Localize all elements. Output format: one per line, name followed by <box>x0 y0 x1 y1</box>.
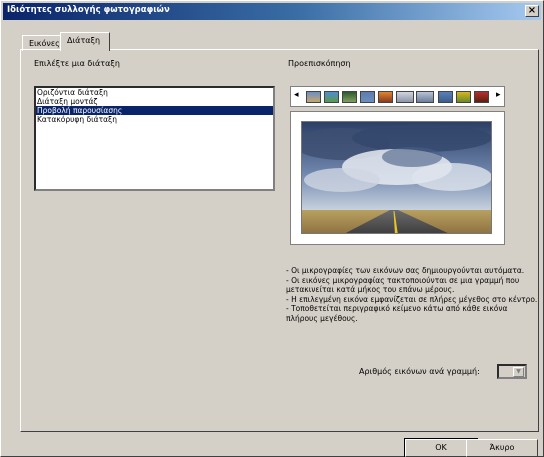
thumbnail[interactable] <box>378 91 393 103</box>
thumbnail-strip[interactable]: ◂ ▸ <box>290 86 505 107</box>
layout-heading: Επιλέξτε μια διάταξη <box>34 59 120 68</box>
thumbnail[interactable] <box>456 91 471 103</box>
description-line: - Η επιλεγμένη εικόνα εμφανίζεται σε πλή… <box>286 294 538 304</box>
layout-listbox[interactable]: Οριζόντια διάταξη Διάταξη μοντάζ Προβολή… <box>34 86 275 191</box>
thumbnail[interactable] <box>396 91 414 103</box>
thumbnail[interactable] <box>474 91 489 103</box>
description-line: - Τοποθετείται περιγραφικό κείμενο κάτω … <box>286 304 508 323</box>
layout-option-horizontal[interactable]: Οριζόντια διάταξη <box>36 88 273 97</box>
thumbnail[interactable] <box>324 91 339 103</box>
thumbnail[interactable] <box>438 91 453 103</box>
title-bar[interactable]: Ιδιότητες συλλογής φωτογραφιών × <box>3 3 541 20</box>
thumbnail[interactable] <box>342 91 357 103</box>
thumbnail[interactable] <box>416 91 434 103</box>
scroll-right-icon[interactable]: ▸ <box>496 90 501 100</box>
chevron-down-icon[interactable]: ▼ <box>513 367 524 377</box>
description-line: - Οι μικρογραφίες των εικόνων σας δημιου… <box>286 266 525 275</box>
thumbnail[interactable] <box>306 91 321 103</box>
layout-option-montage[interactable]: Διάταξη μοντάζ <box>36 97 273 106</box>
cancel-button[interactable]: Άκυρο <box>466 439 538 457</box>
road-landscape-image <box>302 122 491 233</box>
images-per-row-label: Αριθμός εικόνων ανά γραμμή: <box>359 367 480 376</box>
images-per-row-dropdown[interactable]: ▼ <box>497 364 527 379</box>
layout-description: - Οι μικρογραφίες των εικόνων σας δημιου… <box>286 266 541 323</box>
close-button[interactable]: × <box>525 5 539 17</box>
thumbnail[interactable] <box>360 91 375 103</box>
description-line: - Οι εικόνες μικρογραφίας τακτοποιούνται… <box>286 275 520 295</box>
window-title: Ιδιότητες συλλογής φωτογραφιών <box>7 5 170 15</box>
dialog-window: Ιδιότητες συλλογής φωτογραφιών × Εικόνες… <box>0 0 544 457</box>
layout-option-vertical[interactable]: Κατακόρυφη διάταξη <box>36 115 273 124</box>
preview-frame <box>290 111 505 245</box>
preview-heading: Προεπισκόπηση <box>288 59 351 68</box>
preview-image <box>301 121 492 234</box>
scroll-left-icon[interactable]: ◂ <box>294 90 299 100</box>
tab-layout[interactable]: Διάταξη <box>60 32 110 51</box>
layout-option-slideshow[interactable]: Προβολή παρουσίασης <box>36 106 273 115</box>
